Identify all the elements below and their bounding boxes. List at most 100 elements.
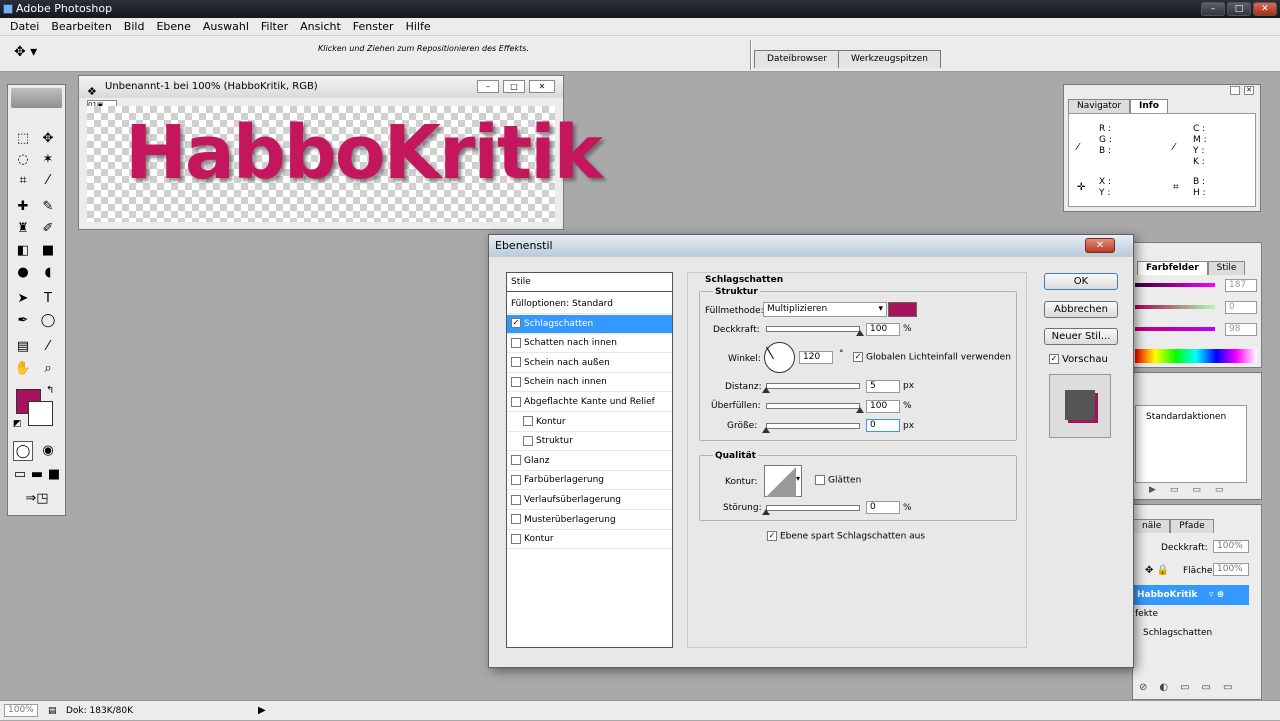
style-item[interactable]: Abgeflachte Kante und Relief bbox=[507, 393, 672, 412]
style-item[interactable]: Schein nach innen bbox=[507, 373, 672, 393]
style-item[interactable]: Struktur bbox=[507, 432, 672, 452]
move-tool-preset-icon[interactable]: ✥ ▾ bbox=[14, 44, 37, 60]
effect-row-schlagschatten[interactable]: Schlagschatten bbox=[1143, 628, 1212, 638]
zoom-field[interactable]: 100% bbox=[4, 704, 38, 717]
doc-maximize-button[interactable]: □ bbox=[503, 80, 525, 93]
eyedropper-tool-icon[interactable]: ⁄ bbox=[38, 337, 58, 357]
style-item[interactable]: Kontur bbox=[507, 530, 672, 550]
zoom-tool-icon[interactable]: ⌕ bbox=[38, 359, 58, 379]
tab-dateibrowser[interactable]: Dateibrowser bbox=[754, 50, 841, 68]
screen-mode-menu-icon[interactable]: ▬ bbox=[29, 465, 45, 485]
lasso-tool-icon[interactable]: ◌ bbox=[13, 150, 33, 170]
layer-fill-value[interactable]: 100% bbox=[1213, 563, 1249, 576]
marquee-tool-icon[interactable]: ⬚ bbox=[13, 129, 33, 149]
distance-field[interactable]: 5 bbox=[866, 380, 900, 393]
style-item[interactable]: Kontur bbox=[507, 413, 672, 432]
blue-slider[interactable] bbox=[1135, 327, 1215, 331]
jump-to-imageready-icon[interactable]: ⇒◳ bbox=[13, 489, 61, 509]
adobe-feather-icon[interactable] bbox=[11, 88, 62, 108]
actions-toolbar-icons[interactable]: ▶▭▭▭ bbox=[1149, 485, 1237, 495]
document-title-bar[interactable]: ❖ Unbenannt-1 bei 100% (HabboKritik, RGB… bbox=[79, 76, 563, 98]
red-value[interactable]: 187 bbox=[1225, 279, 1257, 292]
effects-toggle-icon[interactable]: ▿ ⊛ bbox=[1209, 585, 1224, 605]
size-slider[interactable] bbox=[766, 423, 860, 429]
style-item[interactable]: Fülloptionen: Standard bbox=[507, 295, 672, 314]
screen-mode-standard-icon[interactable]: ▭ bbox=[12, 465, 28, 485]
document-canvas[interactable]: HabboKritik bbox=[87, 106, 603, 222]
stamp-tool-icon[interactable]: ♜ bbox=[13, 219, 33, 239]
menu-bild[interactable]: Bild bbox=[118, 18, 151, 35]
checkbox-box[interactable] bbox=[523, 416, 533, 427]
crop-tool-icon[interactable]: ⌗ bbox=[13, 171, 33, 191]
swap-colors-icon[interactable]: ↰ bbox=[46, 385, 54, 396]
preview-checkbox[interactable]: ✓ Vorschau bbox=[1049, 354, 1108, 365]
style-item[interactable]: ✓ Schlagschatten bbox=[507, 314, 672, 334]
dialog-close-button[interactable]: ✕ bbox=[1085, 238, 1115, 253]
magic-wand-icon[interactable]: ✶ bbox=[38, 150, 58, 170]
tab-navigator[interactable]: Navigator bbox=[1068, 99, 1131, 113]
ok-button[interactable]: OK bbox=[1044, 273, 1118, 290]
global-light-checkbox[interactable]: ✓ Globalen Lichteinfall verwenden bbox=[853, 352, 1011, 363]
style-item[interactable]: Glanz bbox=[507, 452, 672, 471]
move-tool-icon[interactable]: ✥ bbox=[38, 129, 58, 149]
palette-close-button[interactable]: ✕ bbox=[1244, 86, 1254, 95]
checkbox-box[interactable] bbox=[511, 396, 521, 407]
doc-minimize-button[interactable]: – bbox=[477, 80, 499, 93]
noise-slider[interactable] bbox=[766, 505, 860, 511]
blend-mode-select[interactable]: Multiplizieren ▾ bbox=[763, 302, 887, 317]
style-item[interactable]: Musterüberlagerung bbox=[507, 511, 672, 530]
background-color-swatch[interactable] bbox=[28, 401, 53, 426]
brush-tool-icon[interactable]: ✎ bbox=[38, 197, 58, 217]
cancel-button[interactable]: Abbrechen bbox=[1044, 301, 1118, 318]
tab-kanaele[interactable]: näle bbox=[1133, 519, 1171, 533]
shape-tool-icon[interactable]: ◯ bbox=[38, 311, 58, 331]
pen-tool-icon[interactable]: ✒ bbox=[13, 311, 33, 331]
style-item[interactable]: Farbüberlagerung bbox=[507, 471, 672, 491]
menu-ebene[interactable]: Ebene bbox=[150, 18, 196, 35]
checkbox-box[interactable] bbox=[511, 357, 521, 368]
minimize-button[interactable]: – bbox=[1201, 2, 1225, 16]
style-item[interactable]: Schatten nach innen bbox=[507, 334, 672, 354]
lock-icon[interactable]: ✥ 🔒 bbox=[1145, 565, 1169, 576]
spread-slider[interactable] bbox=[766, 403, 860, 409]
checkmark-icon[interactable]: ✓ bbox=[511, 318, 521, 329]
history-brush-icon[interactable]: ✐ bbox=[38, 219, 58, 239]
status-menu-arrow-icon[interactable]: ▶ bbox=[258, 701, 266, 721]
type-tool-icon[interactable]: T bbox=[38, 289, 58, 309]
contour-picker[interactable]: ▾ bbox=[764, 465, 802, 497]
action-set-standard[interactable]: Standardaktionen bbox=[1146, 412, 1226, 422]
opacity-slider[interactable] bbox=[766, 326, 860, 332]
dialog-title-bar[interactable]: Ebenenstil bbox=[489, 235, 1133, 257]
smooth-checkbox[interactable]: Glätten bbox=[815, 475, 861, 486]
menu-bearbeiten[interactable]: Bearbeiten bbox=[45, 18, 117, 35]
spread-field[interactable]: 100 bbox=[866, 400, 900, 413]
green-slider[interactable] bbox=[1135, 305, 1215, 309]
close-button[interactable]: ✕ bbox=[1253, 2, 1277, 16]
healing-brush-icon[interactable]: ✚ bbox=[13, 197, 33, 217]
shadow-color-swatch[interactable] bbox=[888, 302, 917, 317]
blue-value[interactable]: 98 bbox=[1225, 323, 1257, 336]
checkbox-box[interactable] bbox=[511, 474, 521, 485]
palette-minimize-button[interactable] bbox=[1230, 86, 1240, 95]
size-field[interactable]: 0 bbox=[866, 419, 900, 432]
notes-tool-icon[interactable]: ▤ bbox=[13, 337, 33, 357]
path-select-icon[interactable]: ➤ bbox=[13, 289, 33, 309]
layers-toolbar-icons[interactable]: ⊘◐▭▭▭ bbox=[1133, 675, 1263, 701]
gradient-tool-icon[interactable]: ■ bbox=[38, 241, 58, 261]
new-style-button[interactable]: Neuer Stil... bbox=[1044, 328, 1118, 345]
angle-dial[interactable] bbox=[764, 342, 795, 373]
tab-farbfelder[interactable]: Farbfelder bbox=[1137, 261, 1208, 275]
screen-mode-full-icon[interactable]: ■ bbox=[46, 465, 62, 485]
tab-info[interactable]: Info bbox=[1130, 99, 1168, 113]
blur-tool-icon[interactable]: ● bbox=[13, 263, 33, 283]
checkbox-box[interactable] bbox=[511, 494, 521, 505]
doc-close-button[interactable]: ✕ bbox=[529, 80, 555, 93]
quickmask-mode-icon[interactable]: ◉ bbox=[38, 441, 58, 461]
spread-slider-thumb[interactable] bbox=[856, 407, 864, 413]
noise-slider-thumb[interactable] bbox=[762, 509, 770, 515]
standard-mode-icon[interactable]: ◯ bbox=[13, 441, 33, 461]
menu-filter[interactable]: Filter bbox=[255, 18, 294, 35]
slice-tool-icon[interactable]: ⁄ bbox=[38, 171, 58, 191]
menu-datei[interactable]: Datei bbox=[4, 18, 45, 35]
layer-opacity-value[interactable]: 100% bbox=[1213, 540, 1249, 553]
